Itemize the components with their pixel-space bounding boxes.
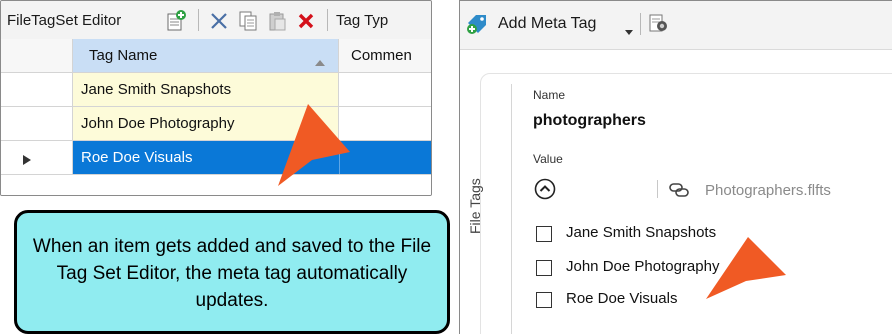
meta-tag-panel: File Tags Name photographers Value Photo…	[467, 73, 892, 334]
cut-icon[interactable]	[208, 10, 230, 32]
paste-icon[interactable]	[266, 10, 288, 32]
grid-header-row: Tag Name Commen	[1, 39, 431, 73]
new-tag-icon[interactable]	[165, 10, 187, 32]
add-meta-tag-icon[interactable]	[466, 13, 490, 35]
delete-icon[interactable]	[295, 10, 317, 32]
table-row[interactable]: John Doe Photography	[1, 107, 431, 141]
row-header-cell[interactable]	[1, 73, 73, 106]
checkbox-label: Jane Smith Snapshots	[566, 224, 717, 241]
toolbar-separator	[640, 13, 641, 35]
table-row[interactable]: Jane Smith Snapshots	[1, 73, 431, 107]
name-label: Name	[533, 88, 566, 102]
tag-name-text: Jane Smith Snapshots	[81, 81, 232, 98]
checkbox[interactable]	[536, 260, 552, 276]
add-meta-tag-button[interactable]: Add Meta Tag	[498, 15, 596, 33]
grid-empty-area	[1, 175, 431, 195]
link-icon	[669, 182, 689, 198]
checkbox-label: John Doe Photography	[566, 258, 720, 275]
tag-type-label[interactable]: Tag Typ	[336, 12, 388, 29]
checkbox[interactable]	[536, 226, 552, 242]
preview-icon[interactable]	[648, 13, 670, 35]
tag-name-text: John Doe Photography	[81, 115, 235, 132]
column-header-comment[interactable]: Commen	[339, 39, 431, 72]
checkbox[interactable]	[536, 292, 552, 308]
value-divider	[657, 180, 658, 198]
callout-text: When an item gets added and saved to the…	[32, 236, 432, 311]
row-header-column	[1, 39, 73, 72]
toolbar-separator	[327, 9, 328, 31]
pointer-arrow-icon	[706, 237, 786, 299]
checkbox-label: Roe Doe Visuals	[566, 290, 678, 307]
value-label: Value	[533, 152, 563, 166]
file-tags-side-label: File Tags	[467, 178, 483, 234]
tag-name-cell-selected[interactable]: Roe Doe Visuals	[73, 141, 431, 174]
meta-tag-window: Add Meta Tag File Tags Name photographer…	[459, 0, 892, 334]
filetagset-editor-window: FileTagSet Editor Tag Typ Tag Name Comme…	[0, 0, 432, 196]
name-value[interactable]: photographers	[533, 112, 646, 130]
table-row-selected[interactable]: Roe Doe Visuals	[1, 141, 431, 175]
collapse-icon[interactable]	[534, 178, 556, 200]
editor-toolbar: FileTagSet Editor Tag Typ	[1, 1, 431, 40]
row-header-cell[interactable]	[1, 107, 73, 140]
editor-title: FileTagSet Editor	[7, 12, 122, 29]
row-pointer-icon	[23, 152, 31, 165]
tag-name-text: Roe Doe Visuals	[81, 149, 193, 166]
column-header-label: Commen	[351, 47, 412, 64]
pointer-arrow-icon	[278, 104, 350, 186]
column-header-label: Tag Name	[89, 47, 158, 64]
linked-file-name[interactable]: Photographers.flfts	[705, 182, 831, 199]
dropdown-arrow-icon[interactable]	[625, 22, 633, 35]
panel-divider	[511, 84, 512, 334]
callout-box: When an item gets added and saved to the…	[14, 210, 450, 334]
column-header-tag-name[interactable]: Tag Name	[73, 39, 339, 72]
meta-toolbar: Add Meta Tag	[460, 1, 892, 50]
copy-icon[interactable]	[237, 10, 259, 32]
sort-asc-icon	[315, 53, 325, 66]
toolbar-separator	[198, 9, 199, 31]
row-header-cell[interactable]	[1, 141, 73, 174]
